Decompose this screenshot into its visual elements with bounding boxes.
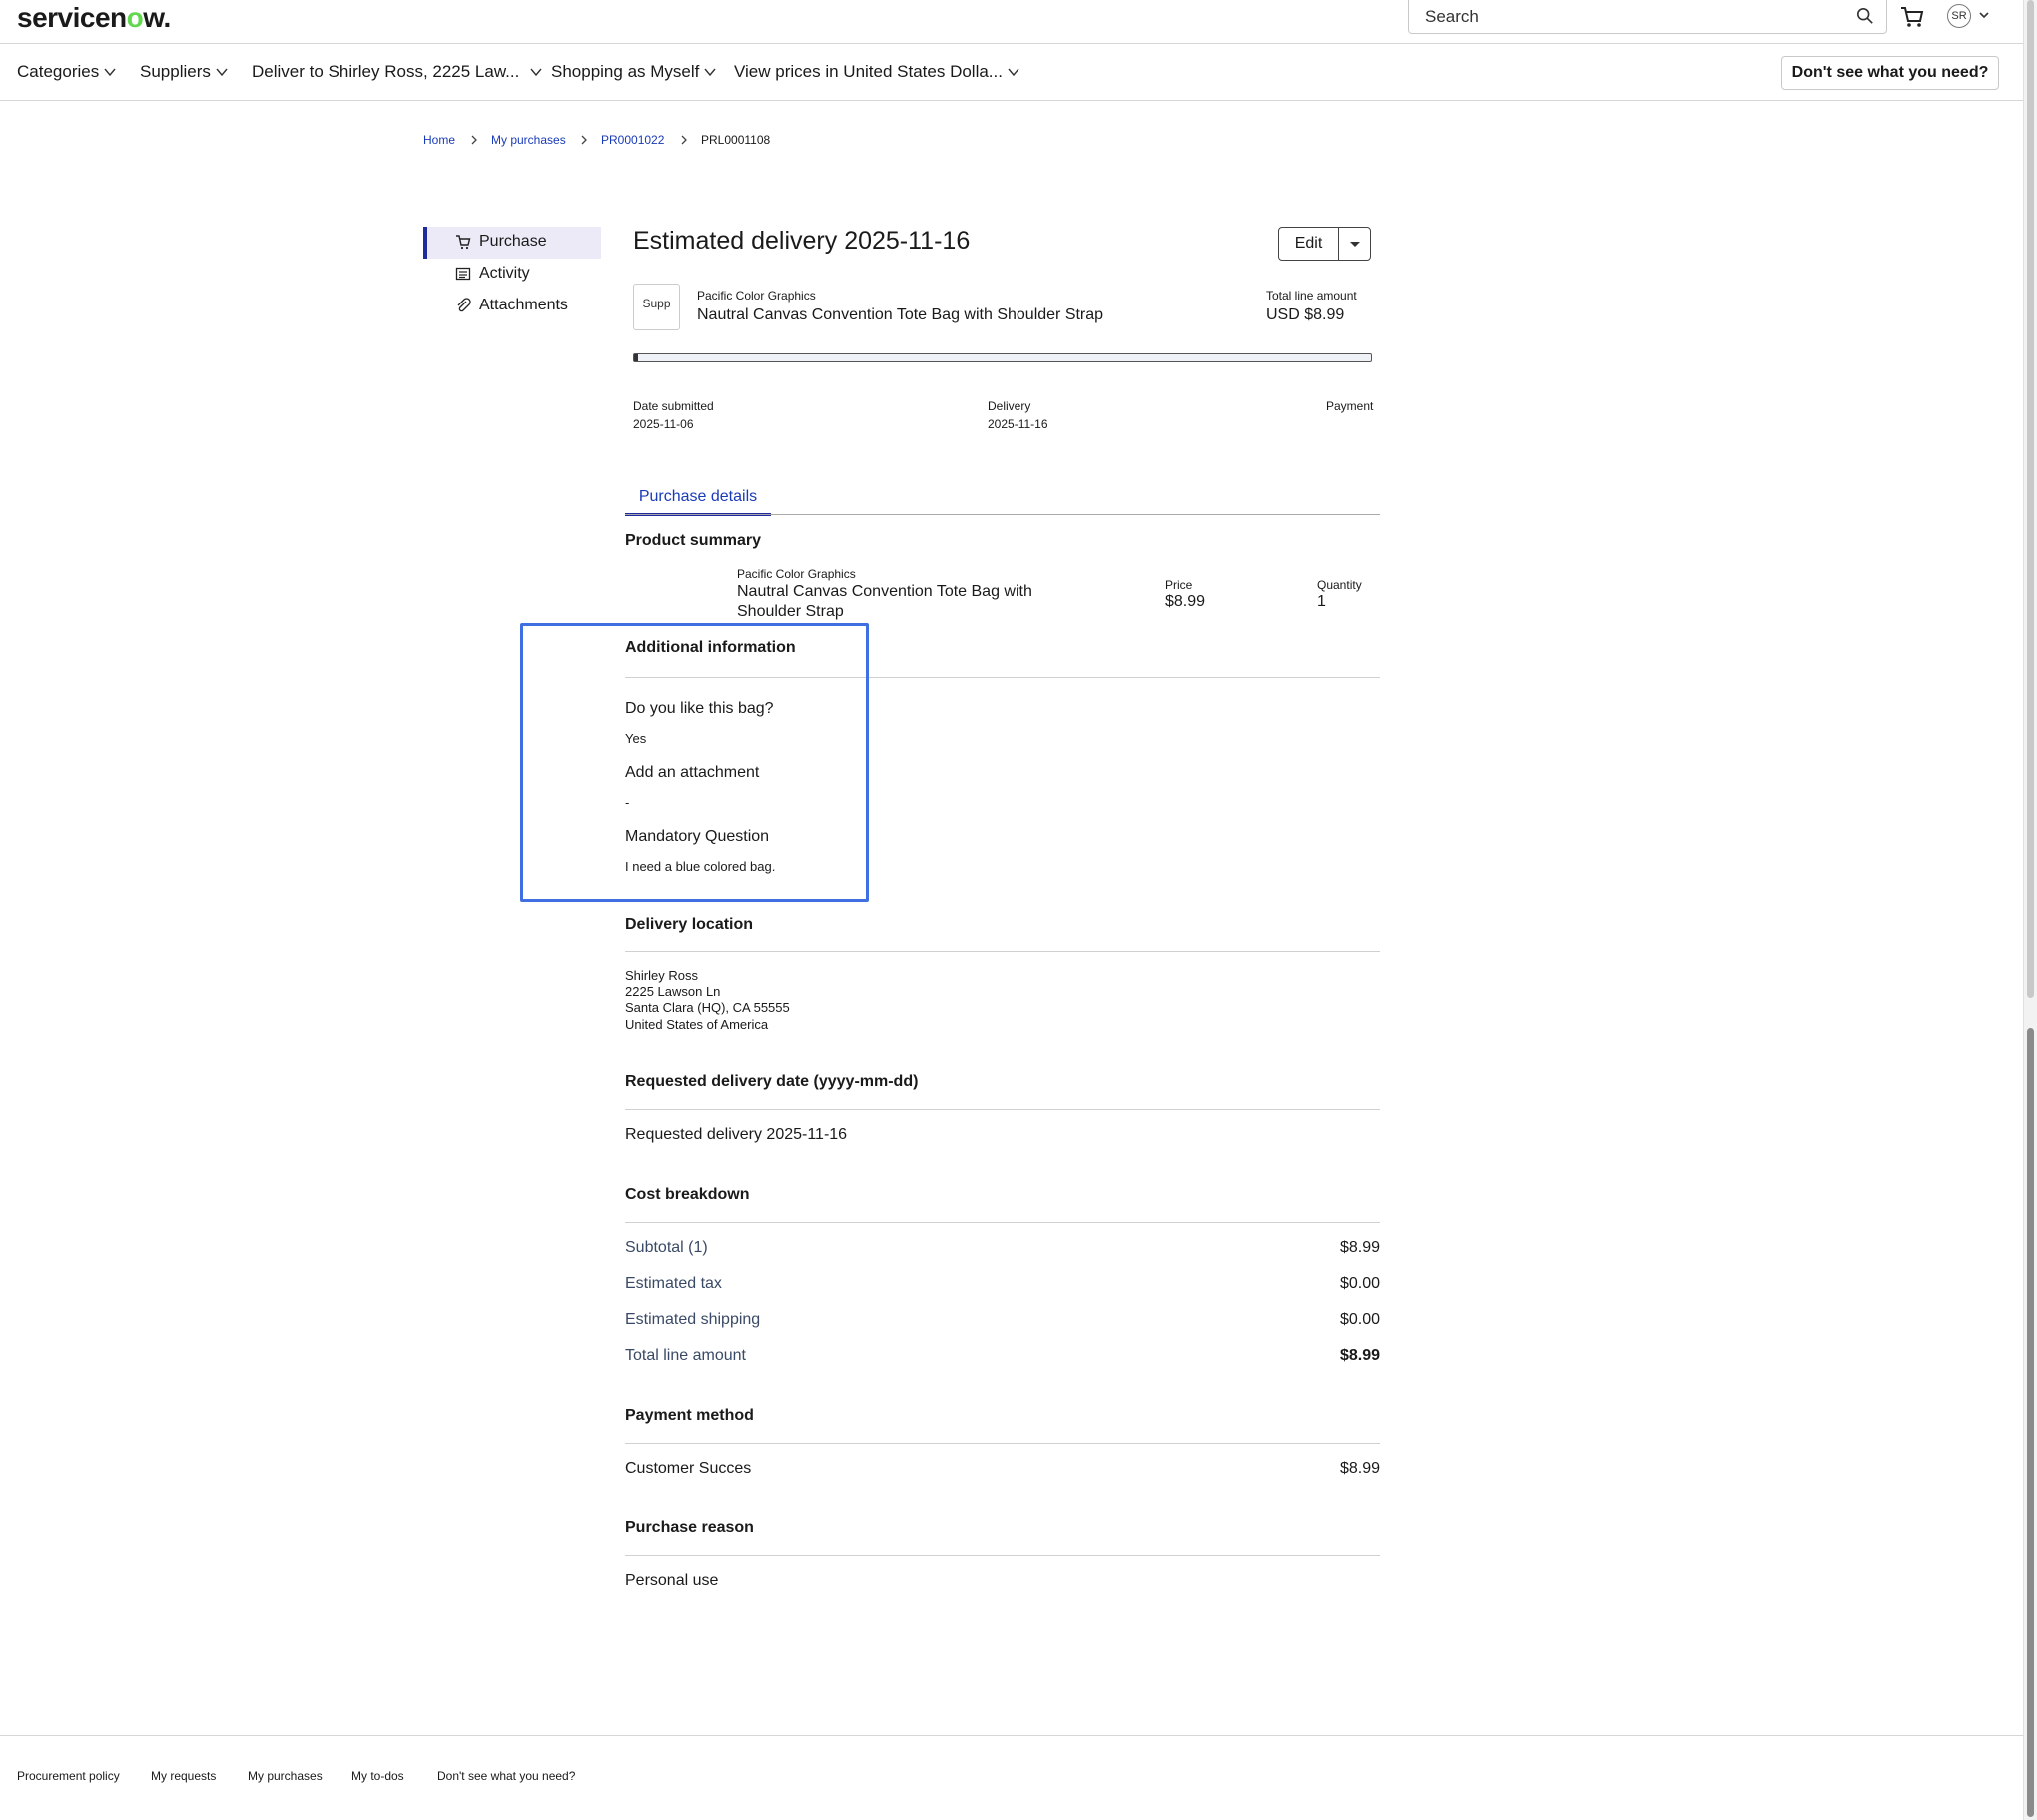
- footer-link-dont-see[interactable]: Don't see what you need?: [437, 1769, 575, 1783]
- scrollbar-thumb[interactable]: [2027, 1028, 2034, 1817]
- date-submitted-value: 2025-11-06: [633, 417, 694, 431]
- tab-divider: [625, 514, 1380, 515]
- breadcrumb-pr[interactable]: PR0001022: [601, 133, 664, 147]
- payment-method-label: Customer Succes: [625, 1460, 752, 1477]
- payment-method-heading: Payment method: [625, 1407, 754, 1424]
- delivery-name: Shirley Ross: [625, 968, 698, 983]
- cost-row-label: Estimated tax: [625, 1275, 722, 1292]
- sidenav-item-activity[interactable]: Activity: [455, 265, 530, 283]
- chevron-down-icon: [104, 68, 116, 77]
- cost-row-value: $0.00: [1339, 1275, 1380, 1292]
- breadcrumb-home[interactable]: Home: [423, 133, 455, 147]
- cost-breakdown-heading: Cost breakdown: [625, 1186, 750, 1203]
- cost-row-label: Total line amount: [625, 1347, 746, 1364]
- search-placeholder: Search: [1425, 7, 1479, 26]
- paperclip-icon: [457, 298, 471, 312]
- cost-row-label: Estimated shipping: [625, 1311, 761, 1328]
- cart-icon[interactable]: [1899, 4, 1925, 30]
- search-input[interactable]: Search: [1408, 0, 1887, 34]
- edit-dropdown-button[interactable]: [1339, 228, 1370, 260]
- supplier-name: Pacific Color Graphics: [697, 289, 816, 303]
- highlight-box: [520, 623, 869, 902]
- footer-divider: [0, 1735, 2023, 1736]
- chevron-down-icon: [1008, 68, 1019, 77]
- list-icon: [455, 267, 471, 281]
- product-image: Supp: [633, 284, 680, 330]
- cart-icon: [456, 235, 471, 250]
- page-title: Estimated delivery 2025-11-16: [633, 227, 971, 255]
- top-bar: servicenow. Search SR: [0, 0, 2023, 44]
- chevron-right-icon: [471, 135, 477, 145]
- product-summary-heading: Product summary: [625, 532, 762, 549]
- nav-suppliers[interactable]: Suppliers: [140, 62, 229, 82]
- caret-down-icon: [1349, 242, 1360, 247]
- footer-link-my-todos[interactable]: My to-dos: [351, 1769, 404, 1783]
- edit-button-group: Edit: [1278, 227, 1371, 261]
- delivery-street: 2225 Lawson Ln: [625, 984, 721, 999]
- total-line-label: Total line amount: [1266, 289, 1357, 303]
- nav-categories[interactable]: Categories: [17, 62, 117, 82]
- quantity-label: Quantity: [1317, 578, 1362, 592]
- chevron-down-icon[interactable]: [1977, 8, 1991, 22]
- summary-supplier: Pacific Color Graphics: [737, 567, 856, 581]
- requested-delivery-value: Requested delivery 2025-11-16: [625, 1126, 848, 1143]
- delivery-date-value: 2025-11-16: [988, 417, 1048, 431]
- servicenow-logo[interactable]: servicenow.: [17, 2, 171, 34]
- summary-product-line1: Nautral Canvas Convention Tote Bag with: [737, 583, 1032, 600]
- nav-shopping-as[interactable]: Shopping as Myself: [551, 62, 717, 82]
- total-line-value: USD $8.99: [1266, 306, 1345, 323]
- breadcrumb-my-purchases[interactable]: My purchases: [491, 133, 566, 147]
- footer-link-my-requests[interactable]: My requests: [151, 1769, 216, 1783]
- divider: [625, 1555, 1380, 1556]
- chevron-down-icon: [216, 68, 228, 77]
- payment-label: Payment: [1326, 399, 1374, 413]
- sidenav-item-purchase[interactable]: Purchase: [455, 233, 547, 251]
- delivery-label: Delivery: [988, 399, 1031, 413]
- quantity-value: 1: [1317, 593, 1326, 610]
- delivery-progress-bar: [633, 353, 1372, 362]
- divider: [625, 1109, 1380, 1110]
- search-icon[interactable]: [1856, 7, 1874, 25]
- chevron-right-icon: [581, 135, 587, 145]
- divider: [625, 951, 1380, 952]
- sidenav-item-attachments[interactable]: Attachments: [455, 297, 568, 314]
- chevron-down-icon: [530, 68, 542, 77]
- nav-deliver-to[interactable]: Deliver to Shirley Ross, 2225 Law...: [252, 62, 543, 82]
- price-label: Price: [1165, 578, 1193, 592]
- delivery-city: Santa Clara (HQ), CA 55555: [625, 1000, 790, 1015]
- tab-purchase-details[interactable]: Purchase details: [625, 488, 771, 516]
- breadcrumb-current: PRL0001108: [701, 133, 771, 147]
- cost-row-value: $0.00: [1339, 1311, 1380, 1328]
- chevron-right-icon: [681, 135, 687, 145]
- purchase-reason-heading: Purchase reason: [625, 1519, 754, 1536]
- cost-row-value: $8.99: [1339, 1347, 1380, 1364]
- nav-bar: Categories Suppliers Deliver to Shirley …: [0, 44, 2023, 101]
- requested-delivery-heading: Requested delivery date (yyyy-mm-dd): [625, 1073, 919, 1090]
- edit-button[interactable]: Edit: [1279, 228, 1339, 260]
- delivery-location-heading: Delivery location: [625, 916, 754, 933]
- product-name: Nautral Canvas Convention Tote Bag with …: [697, 306, 1104, 323]
- cost-row-label: Subtotal (1): [625, 1239, 708, 1256]
- date-submitted-label: Date submitted: [633, 399, 714, 413]
- divider: [625, 1222, 1380, 1223]
- scrollbar-thumb-upper: [2027, 0, 2034, 998]
- chevron-down-icon: [704, 68, 716, 77]
- payment-method-value: $8.99: [1339, 1460, 1380, 1477]
- footer-link-my-purchases[interactable]: My purchases: [248, 1769, 323, 1783]
- delivery-progress-fill: [634, 354, 638, 361]
- divider: [625, 1443, 1380, 1444]
- footer-link-procurement-policy[interactable]: Procurement policy: [17, 1769, 120, 1783]
- delivery-country: United States of America: [625, 1017, 769, 1032]
- avatar[interactable]: SR: [1947, 4, 1971, 28]
- purchase-reason-value: Personal use: [625, 1572, 719, 1589]
- dont-see-button[interactable]: Don't see what you need?: [1781, 56, 1999, 90]
- nav-view-prices[interactable]: View prices in United States Dolla...: [734, 62, 1020, 82]
- price-value: $8.99: [1165, 593, 1206, 610]
- summary-product-line2: Shoulder Strap: [737, 603, 844, 620]
- cost-row-value: $8.99: [1339, 1239, 1380, 1256]
